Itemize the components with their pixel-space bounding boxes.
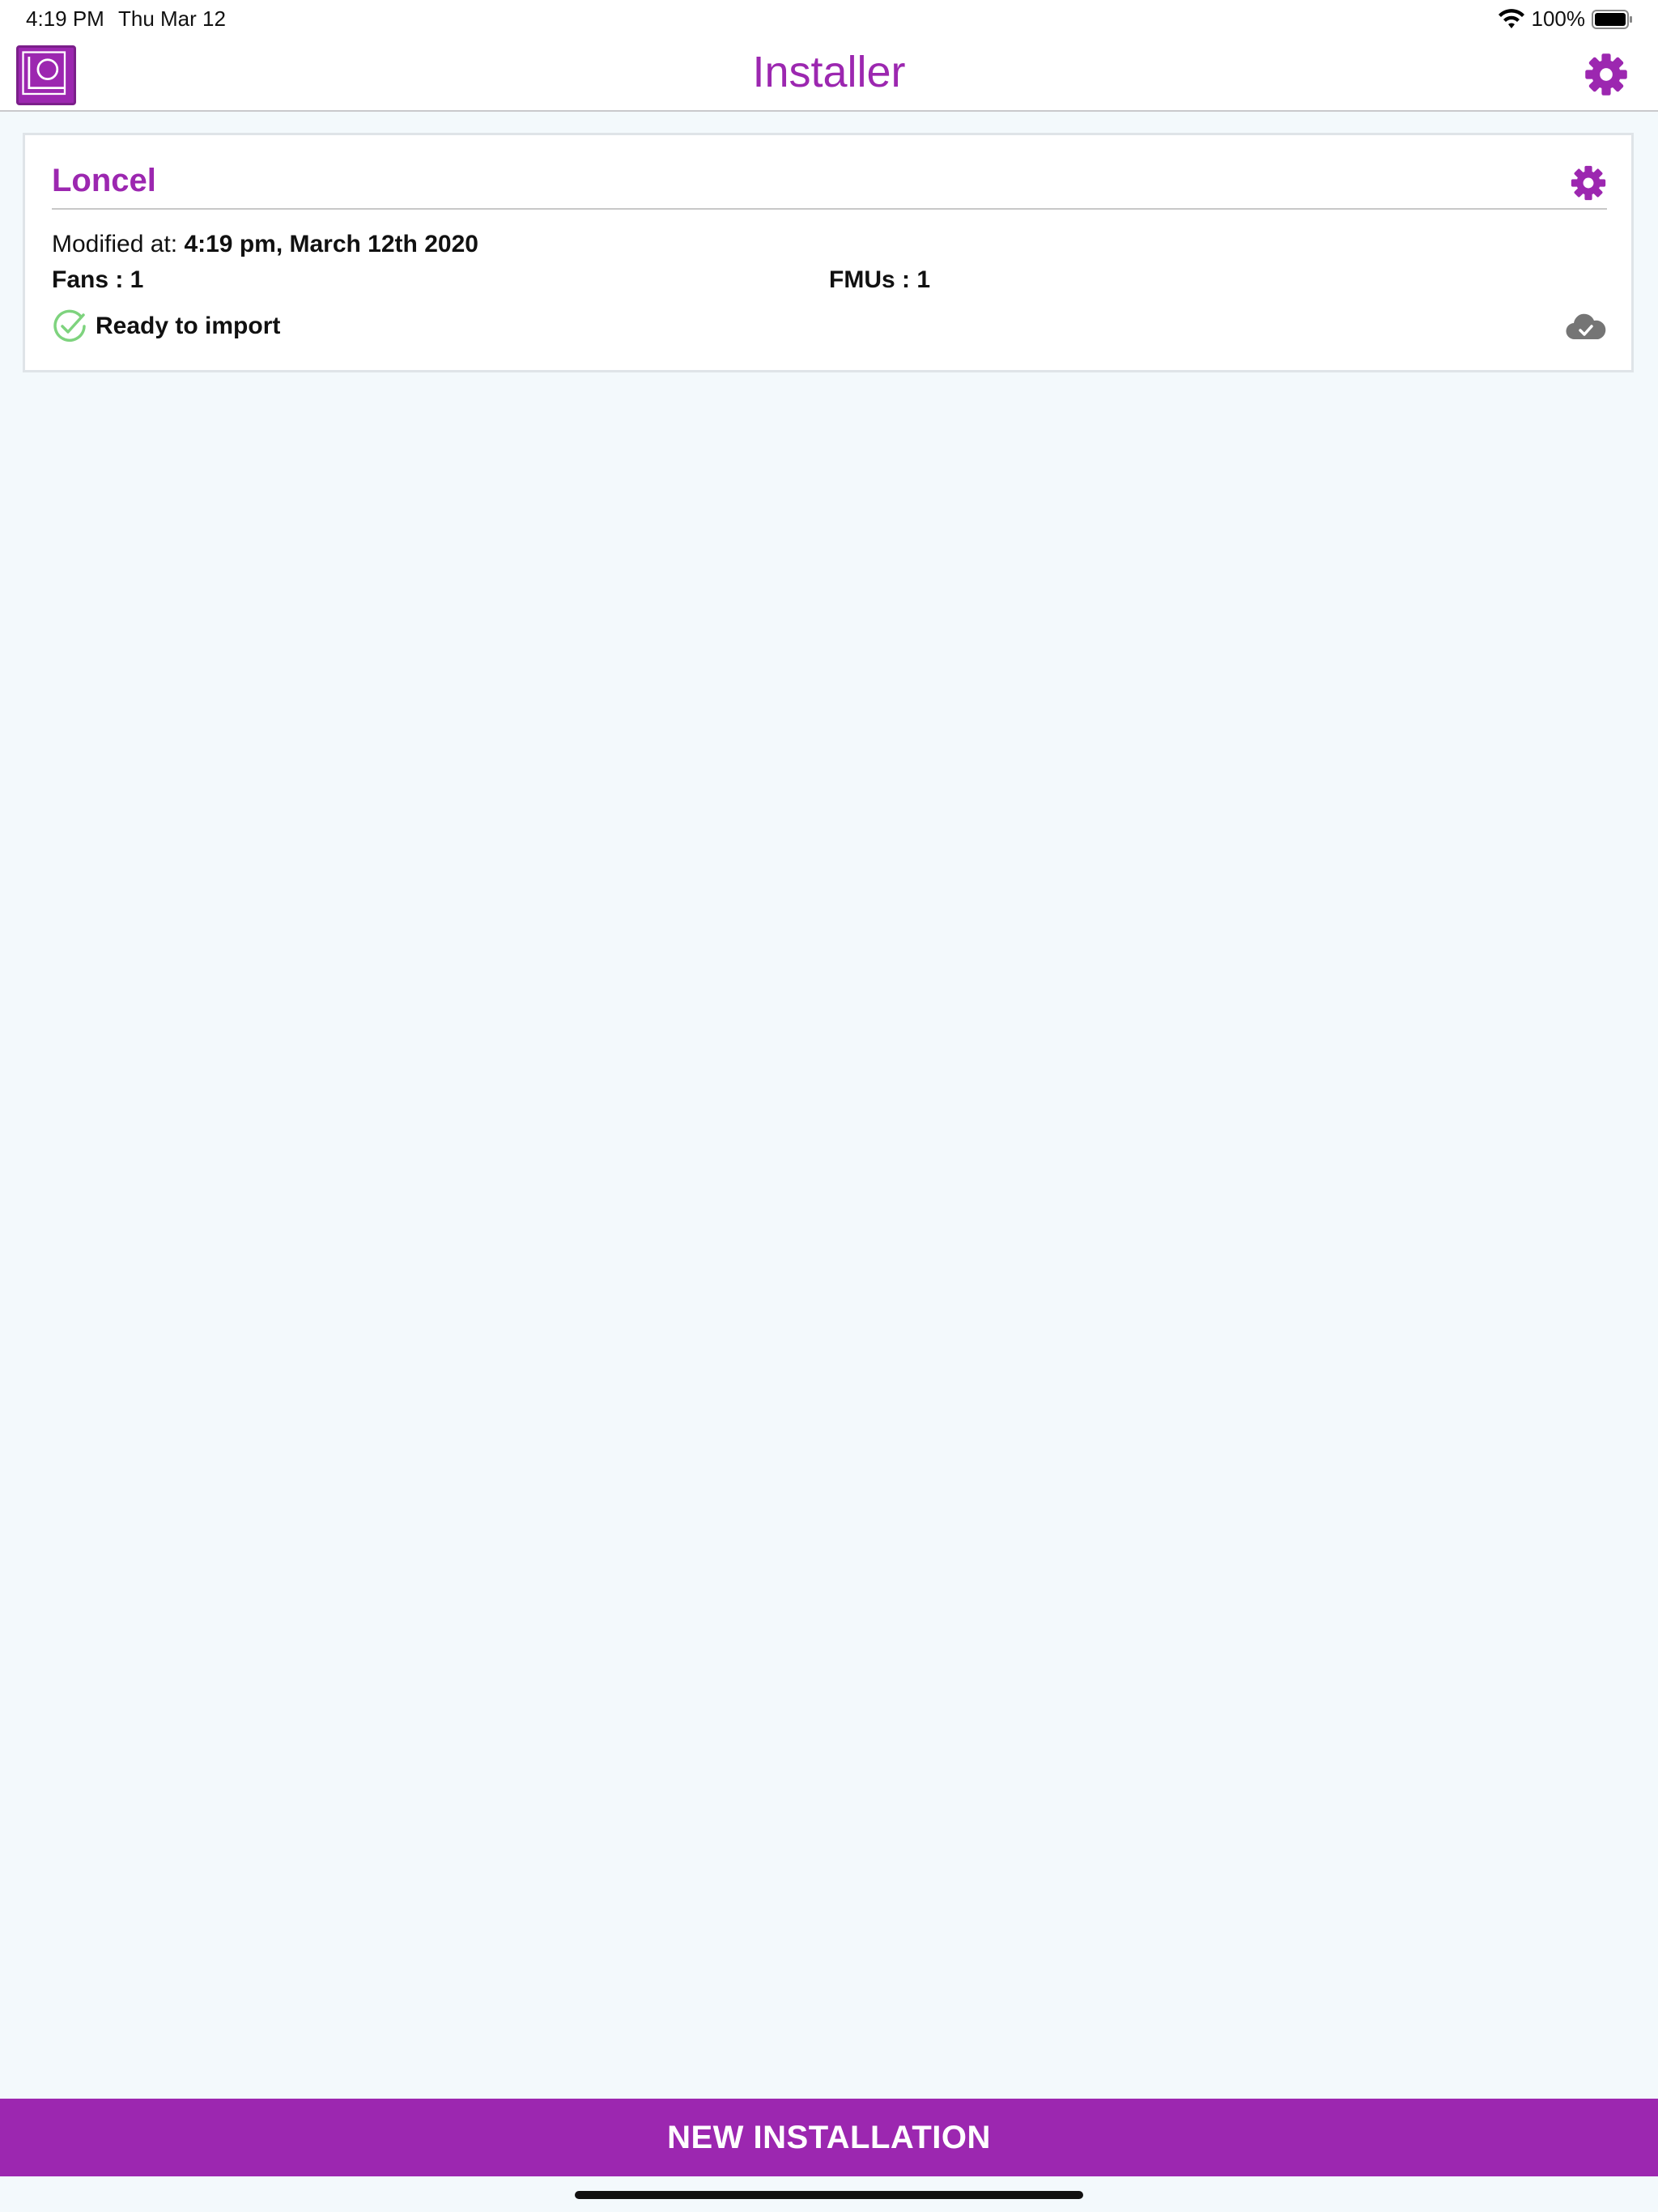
modified-label: Modified at: bbox=[52, 231, 178, 257]
page-title: Installer bbox=[752, 48, 906, 96]
gear-icon[interactable] bbox=[1584, 52, 1629, 97]
status-time: 4:19 PM bbox=[26, 6, 104, 31]
cloud-check-icon[interactable] bbox=[1565, 312, 1607, 344]
modified-value: 4:19 pm, March 12th 2020 bbox=[184, 231, 478, 257]
card-divider bbox=[52, 208, 1607, 210]
fans-count: Fans : 1 bbox=[52, 266, 144, 293]
home-indicator bbox=[575, 2191, 1083, 2199]
status-indicators: 100% bbox=[1498, 6, 1635, 32]
status-date: Thu Mar 12 bbox=[118, 6, 226, 31]
navigation-bar: Installer bbox=[0, 39, 1658, 112]
status-bar: 4:19 PM Thu Mar 12 100% bbox=[0, 0, 1658, 39]
gear-icon[interactable] bbox=[1570, 164, 1607, 202]
new-installation-button[interactable]: NEW INSTALLATION bbox=[0, 2099, 1658, 2176]
wifi-icon bbox=[1498, 8, 1524, 28]
import-status-text: Ready to import bbox=[96, 313, 281, 339]
installation-name: Loncel bbox=[52, 163, 156, 198]
installation-card[interactable]: Loncel Modified at: 4:19 pm, March 12th … bbox=[23, 133, 1634, 372]
modified-row: Modified at: 4:19 pm, March 12th 2020 bbox=[52, 231, 478, 258]
battery-percentage: 100% bbox=[1531, 6, 1586, 31]
import-status: Ready to import bbox=[52, 308, 280, 344]
fmus-count: FMUs : 1 bbox=[829, 266, 931, 293]
check-circle-icon bbox=[53, 309, 86, 342]
battery-icon bbox=[1592, 9, 1632, 29]
